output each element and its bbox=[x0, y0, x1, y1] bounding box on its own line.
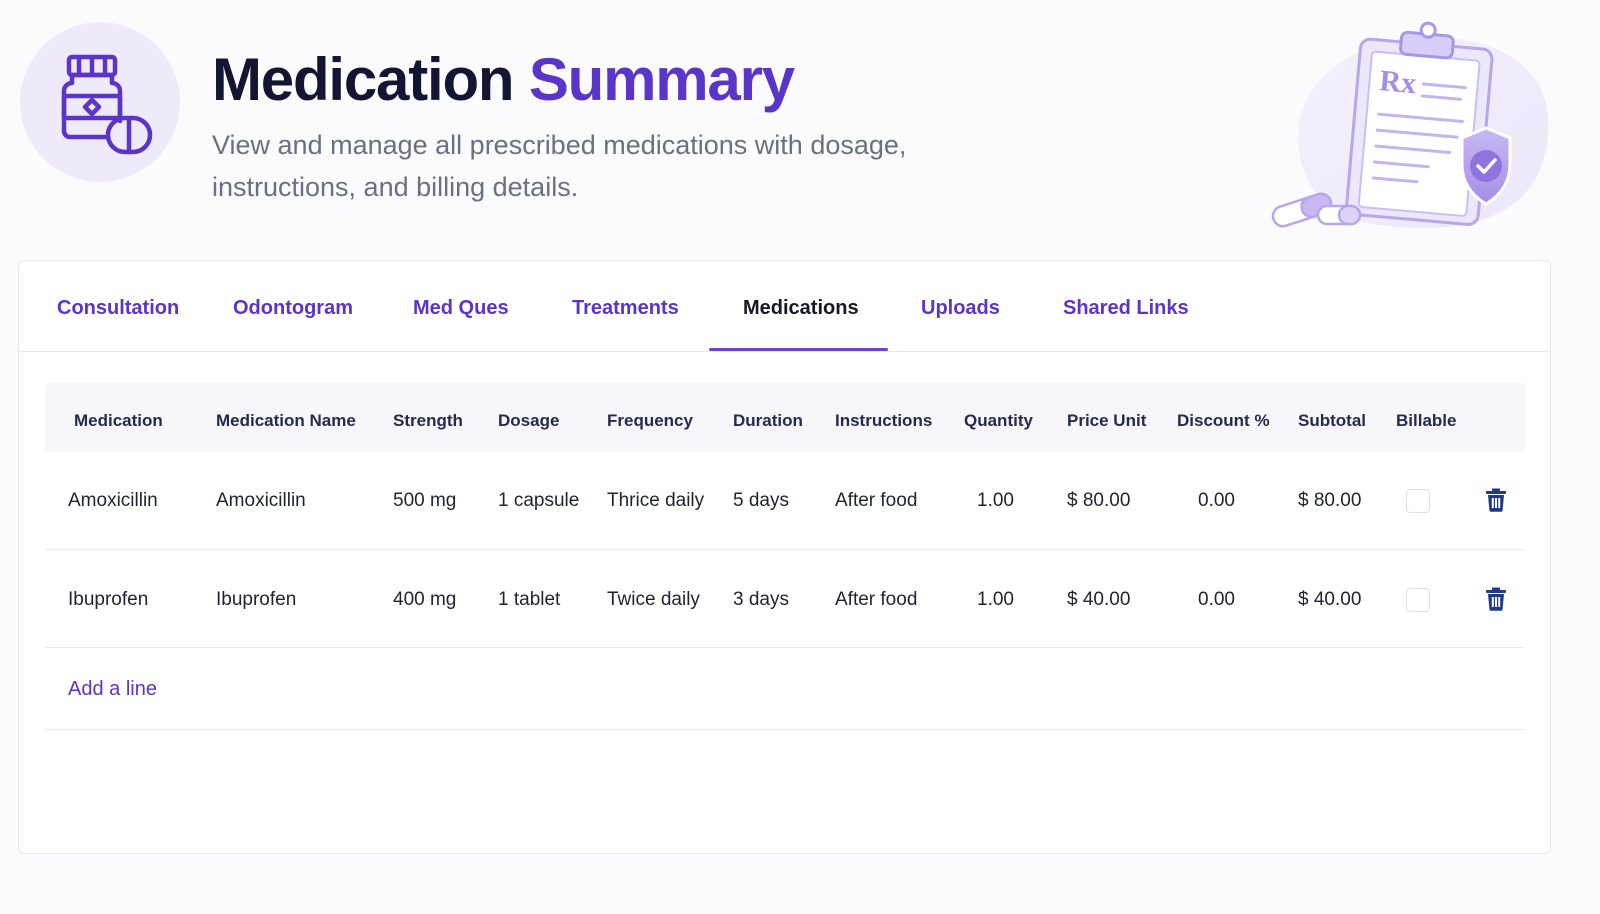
tab-medications[interactable]: Medications bbox=[743, 297, 859, 320]
cell-duration[interactable]: 5 days bbox=[733, 490, 789, 512]
table-row[interactable]: Amoxicillin Amoxicillin 500 mg 1 capsule… bbox=[45, 452, 1525, 550]
cell-strength[interactable]: 500 mg bbox=[393, 490, 456, 512]
title-accent: Summary bbox=[528, 46, 795, 113]
tab-treatments[interactable]: Treatments bbox=[572, 297, 679, 320]
divider bbox=[45, 729, 1525, 730]
column-header-price-unit[interactable]: Price Unit bbox=[1067, 411, 1146, 431]
cell-quantity[interactable]: 1.00 bbox=[977, 490, 1014, 512]
cell-medication[interactable]: Amoxicillin bbox=[68, 490, 158, 512]
table-row[interactable]: Ibuprofen Ibuprofen 400 mg 1 tablet Twic… bbox=[45, 550, 1525, 648]
column-header-quantity[interactable]: Quantity bbox=[964, 411, 1033, 431]
cell-medication-name[interactable]: Ibuprofen bbox=[216, 589, 296, 611]
page-header: Medication Summary View and manage all p… bbox=[0, 0, 1600, 250]
cell-duration[interactable]: 3 days bbox=[733, 589, 789, 611]
billable-checkbox[interactable] bbox=[1406, 588, 1430, 612]
cell-frequency[interactable]: Twice daily bbox=[607, 589, 700, 611]
page-title: Medication Summary bbox=[212, 44, 795, 116]
cell-instructions[interactable]: After food bbox=[835, 589, 917, 611]
tab-bar: Consultation Odontogram Med Ques Treatme… bbox=[19, 261, 1550, 352]
cell-dosage[interactable]: 1 capsule bbox=[498, 490, 579, 512]
rx-symbol: Rx bbox=[1378, 64, 1417, 100]
trash-icon[interactable] bbox=[1485, 488, 1507, 517]
cell-instructions[interactable]: After food bbox=[835, 490, 917, 512]
title-main: Medication bbox=[212, 46, 515, 113]
column-header-discount[interactable]: Discount % bbox=[1177, 411, 1270, 431]
add-line-link[interactable]: Add a line bbox=[68, 678, 157, 701]
column-header-billable[interactable]: Billable bbox=[1396, 411, 1456, 431]
cell-medication-name[interactable]: Amoxicillin bbox=[216, 490, 306, 512]
column-header-instructions[interactable]: Instructions bbox=[835, 411, 932, 431]
cell-dosage[interactable]: 1 tablet bbox=[498, 589, 560, 611]
column-header-strength[interactable]: Strength bbox=[393, 411, 463, 431]
cell-price-unit[interactable]: $ 80.00 bbox=[1067, 490, 1130, 512]
cell-strength[interactable]: 400 mg bbox=[393, 589, 456, 611]
tab-shared-links[interactable]: Shared Links bbox=[1063, 297, 1189, 320]
medicine-bottle-icon bbox=[20, 22, 180, 182]
tab-consultation[interactable]: Consultation bbox=[57, 297, 179, 320]
cell-subtotal: $ 40.00 bbox=[1298, 589, 1362, 610]
tab-med-ques[interactable]: Med Ques bbox=[413, 297, 509, 320]
billable-checkbox[interactable] bbox=[1406, 489, 1430, 513]
cell-discount[interactable]: 0.00 bbox=[1198, 490, 1235, 512]
page-subtitle: View and manage all prescribed medicatio… bbox=[212, 130, 907, 202]
tab-uploads[interactable]: Uploads bbox=[921, 297, 1000, 320]
column-header-medication-name[interactable]: Medication Name bbox=[216, 411, 356, 431]
column-header-medication[interactable]: Medication bbox=[74, 411, 163, 431]
cell-frequency[interactable]: Thrice daily bbox=[607, 490, 704, 512]
column-header-dosage[interactable]: Dosage bbox=[498, 411, 559, 431]
prescription-clipboard-icon: Rx bbox=[1262, 14, 1562, 249]
tab-odontogram[interactable]: Odontogram bbox=[233, 297, 353, 320]
cell-medication[interactable]: Ibuprofen bbox=[68, 589, 148, 611]
cell-subtotal: $ 80.00 bbox=[1298, 490, 1362, 511]
table-header: Medication Medication Name Strength Dosa… bbox=[45, 383, 1525, 452]
column-header-duration[interactable]: Duration bbox=[733, 411, 803, 431]
trash-icon[interactable] bbox=[1485, 587, 1507, 616]
cell-discount[interactable]: 0.00 bbox=[1198, 589, 1235, 611]
column-header-frequency[interactable]: Frequency bbox=[607, 411, 693, 431]
cell-quantity[interactable]: 1.00 bbox=[977, 589, 1014, 611]
active-tab-indicator bbox=[709, 348, 888, 351]
cell-price-unit[interactable]: $ 40.00 bbox=[1067, 589, 1130, 611]
medication-card: Consultation Odontogram Med Ques Treatme… bbox=[18, 260, 1551, 854]
column-header-subtotal[interactable]: Subtotal bbox=[1298, 411, 1366, 431]
